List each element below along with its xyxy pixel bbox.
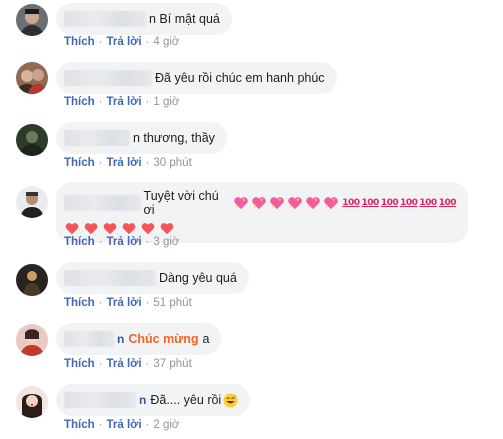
avatar[interactable] <box>16 324 48 356</box>
timestamp[interactable]: 1 giờ <box>153 96 179 108</box>
redacted-name <box>64 331 114 347</box>
sparkling-heart-icon <box>269 196 286 211</box>
timestamp[interactable]: 4 giờ <box>153 36 179 48</box>
sparkling-heart-icon <box>251 196 268 211</box>
comment-bubble: Tuyệt vời chú ơi 100 100 100 100 100 100 <box>56 182 468 243</box>
comment-bubble: Dàng yêu quá <box>56 262 249 294</box>
sparkling-heart-icon <box>233 196 250 211</box>
reply-link[interactable]: Trả lời <box>107 358 142 370</box>
reply-link[interactable]: Trả lời <box>107 236 142 248</box>
redacted-name <box>64 130 130 146</box>
avatar[interactable] <box>16 264 48 296</box>
hundred-points-icon: 100 <box>400 198 418 208</box>
like-link[interactable]: Thích <box>64 358 95 370</box>
timestamp[interactable]: 30 phút <box>153 157 191 169</box>
comment-line-1: Tuyệt vời chú ơi 100 100 100 100 100 100 <box>64 189 457 217</box>
hundred-points-icon: 100 <box>361 198 380 208</box>
author-name-end[interactable]: n <box>139 393 146 407</box>
timestamp[interactable]: 37 phút <box>153 358 191 370</box>
red-hearts <box>64 222 456 236</box>
like-link[interactable]: Thích <box>64 96 95 108</box>
red-heart-icon <box>140 222 156 236</box>
comment-text: Dàng yêu quá <box>159 271 237 285</box>
comment-actions: Thích · Trả lời · 51 phút <box>64 297 192 309</box>
like-link[interactable]: Thích <box>64 157 95 169</box>
hundred-points-icon: 100 <box>419 198 437 208</box>
comment-text: n Bí mật quá <box>149 12 220 26</box>
reply-link[interactable]: Trả lời <box>107 157 142 169</box>
comment-bubble: n thương, thầy <box>56 122 227 154</box>
red-heart-icon <box>83 222 99 236</box>
comment-bubble: n Chúc mừng a <box>56 323 222 355</box>
like-link[interactable]: Thích <box>64 297 95 309</box>
author-name-end[interactable]: n <box>117 332 124 346</box>
timestamp[interactable]: 3 giờ <box>153 236 179 248</box>
red-heart-icon <box>64 222 80 236</box>
avatar[interactable] <box>16 124 48 156</box>
hundred-points-icon: 100 <box>438 198 457 208</box>
red-heart-icon <box>159 222 175 236</box>
redacted-name <box>64 270 156 286</box>
hundred-points-icon: 100 <box>342 198 360 208</box>
hundred-points-icon: 100 <box>380 198 399 208</box>
sparkling-hearts <box>232 196 340 211</box>
redacted-name <box>64 70 152 86</box>
redacted-name <box>64 11 146 27</box>
comment-bubble: n Đã.... yêu rồi <box>56 384 251 416</box>
comment-actions: Thích · Trả lời · 37 phút <box>64 358 192 370</box>
comment-text-highlight: Chúc mừng <box>128 332 199 346</box>
grinning-sweat-icon <box>223 392 238 408</box>
comment-bubble: Đã yêu rồi chúc em hanh phúc <box>56 62 337 94</box>
reply-link[interactable]: Trả lời <box>107 96 142 108</box>
comment-text: Đã yêu rồi chúc em hanh phúc <box>155 71 325 85</box>
reply-link[interactable]: Trả lời <box>107 36 142 48</box>
comment-actions: Thích · Trả lời · 1 giờ <box>64 96 180 108</box>
comment-text: a <box>202 332 210 346</box>
avatar[interactable] <box>16 4 48 36</box>
redacted-name <box>64 195 141 211</box>
timestamp[interactable]: 51 phút <box>153 297 191 309</box>
sparkling-heart-icon <box>323 196 340 211</box>
comment-text: Đã.... yêu rồi <box>150 393 222 407</box>
avatar[interactable] <box>16 186 48 218</box>
comment-actions: Thích · Trả lời · 4 giờ <box>64 36 180 48</box>
like-link[interactable]: Thích <box>64 419 95 431</box>
comment-text: Tuyệt vời chú ơi <box>143 189 219 217</box>
comment-text: n thương, thầy <box>133 131 215 145</box>
hundred-points: 100 100 100 100 100 100 <box>340 198 456 208</box>
timestamp[interactable]: 2 giờ <box>153 419 179 431</box>
avatar[interactable] <box>16 386 48 418</box>
sparkling-heart-icon <box>305 196 322 211</box>
reply-link[interactable]: Trả lời <box>107 419 142 431</box>
reply-link[interactable]: Trả lời <box>107 297 142 309</box>
sparkling-heart-icon <box>287 196 304 211</box>
redacted-name <box>64 392 136 408</box>
like-link[interactable]: Thích <box>64 236 95 248</box>
comment-bubble: n Bí mật quá <box>56 3 232 35</box>
comment-actions: Thích · Trả lời · 30 phút <box>64 157 192 169</box>
red-heart-icon <box>102 222 118 236</box>
comment-actions: Thích · Trả lời · 2 giờ <box>64 419 180 431</box>
comment-actions: Thích · Trả lời · 3 giờ <box>64 236 180 248</box>
red-heart-icon <box>121 222 137 236</box>
avatar[interactable] <box>16 62 48 94</box>
like-link[interactable]: Thích <box>64 36 95 48</box>
